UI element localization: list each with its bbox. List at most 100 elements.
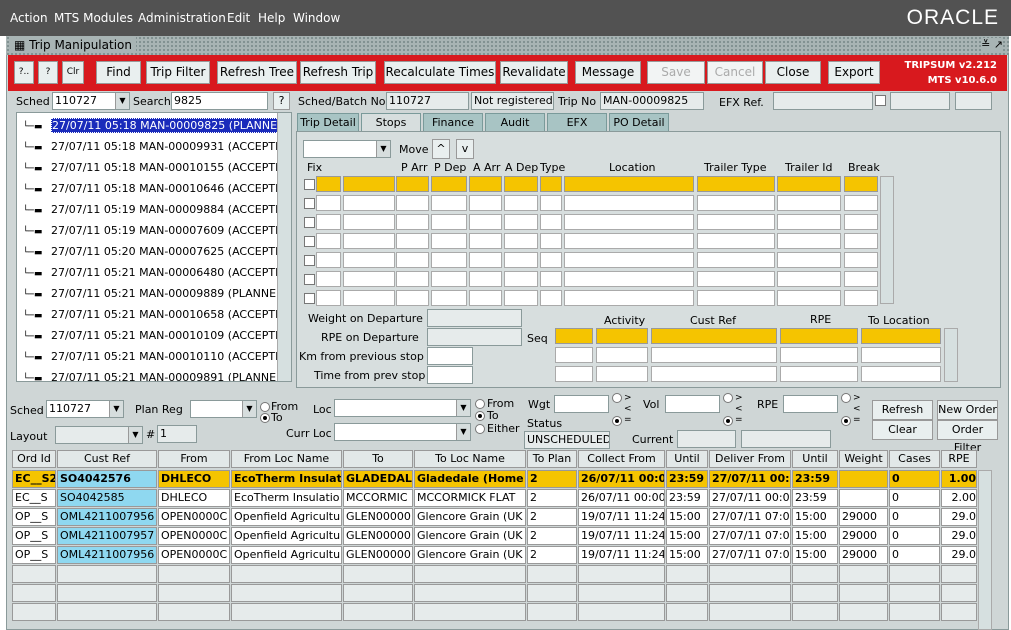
empty-order-cell[interactable] (578, 584, 665, 602)
order-cell[interactable]: 23:59 (666, 470, 708, 488)
stop-cell[interactable] (396, 252, 429, 268)
order-cell[interactable]: 23:59 (792, 470, 838, 488)
stop-cell[interactable] (431, 290, 467, 306)
trip-tree[interactable]: └─▬ 27/07/11 05:18 MAN-00009825 (PLANNED)… (16, 112, 292, 382)
activity-cell[interactable] (651, 347, 777, 363)
empty-order-cell[interactable] (889, 584, 940, 602)
activity-cell[interactable] (861, 328, 941, 344)
tree-item[interactable]: └─▬ 27/07/11 05:21 MAN-00010110 (ACCEPTED… (23, 346, 291, 367)
stop-cell[interactable] (469, 195, 502, 211)
stop-cell[interactable] (396, 195, 429, 211)
tree-item[interactable]: └─▬ 27/07/11 05:19 MAN-00007609 (ACCEPTED… (23, 220, 291, 241)
revalidate-button[interactable]: Revalidate (500, 61, 568, 84)
stop-cell[interactable] (697, 271, 775, 287)
activity-cell[interactable] (596, 328, 648, 344)
activity-cell[interactable] (555, 328, 593, 344)
order-cell[interactable]: 19/07/11 11:24 (578, 546, 665, 564)
col-from[interactable]: From (158, 450, 230, 468)
order-cell[interactable]: 27/07/11 00:00 (709, 489, 791, 507)
activity-cell[interactable] (861, 366, 941, 382)
either-radio[interactable] (475, 424, 485, 434)
rpe-eq-radio[interactable] (841, 416, 851, 426)
order-cell[interactable]: 15:00 (666, 546, 708, 564)
empty-order-cell[interactable] (231, 584, 342, 602)
order-cell[interactable]: 0 (889, 527, 940, 545)
tab-efx[interactable]: EFX (547, 113, 607, 132)
order-cell[interactable]: OPEN0000C (158, 508, 230, 526)
empty-order-cell[interactable] (839, 603, 888, 621)
tab-po-detail[interactable]: PO Detail (609, 113, 669, 132)
stop-cell[interactable] (396, 176, 429, 192)
stop-fix-checkbox[interactable] (304, 217, 315, 228)
tree-item[interactable]: └─▬ 27/07/11 05:20 MAN-00007625 (ACCEPTED… (23, 241, 291, 262)
stop-cell[interactable] (540, 233, 562, 249)
help-context-button[interactable]: ?.. (14, 61, 34, 84)
order-cell[interactable]: OP__S (12, 508, 56, 526)
chevron-down-icon[interactable]: ▼ (242, 401, 256, 417)
col-collect-from[interactable]: Collect From (578, 450, 665, 468)
menu-administration[interactable]: Administration (138, 11, 226, 25)
order-cell[interactable]: OP__S (12, 546, 56, 564)
stop-fix-checkbox[interactable] (304, 274, 315, 285)
empty-order-cell[interactable] (414, 565, 526, 583)
stop-cell[interactable] (343, 214, 395, 230)
stop-cell[interactable] (564, 290, 694, 306)
tree-item[interactable]: └─▬ 27/07/11 05:18 MAN-00010646 (ACCEPTED… (23, 178, 291, 199)
stop-cell[interactable] (564, 271, 694, 287)
stop-cell[interactable] (469, 290, 502, 306)
stop-cell[interactable] (540, 176, 562, 192)
refresh-trip-button[interactable]: Refresh Trip (300, 61, 376, 84)
order-cell[interactable]: 29.0 (941, 527, 977, 545)
empty-order-cell[interactable] (709, 565, 791, 583)
order-cell[interactable]: MCCORMIC (343, 489, 413, 507)
stop-cell[interactable] (343, 252, 395, 268)
empty-order-cell[interactable] (343, 603, 413, 621)
order-cell[interactable]: OP__S (12, 527, 56, 545)
col-cases[interactable]: Cases (889, 450, 940, 468)
empty-order-cell[interactable] (57, 584, 157, 602)
stop-cell[interactable] (844, 233, 878, 249)
order-cell[interactable]: 0 (889, 546, 940, 564)
empty-order-cell[interactable] (231, 565, 342, 583)
col-to[interactable]: To (343, 450, 413, 468)
layout-select[interactable]: ▼ (55, 426, 143, 444)
stop-cell[interactable] (343, 290, 395, 306)
empty-order-cell[interactable] (941, 603, 977, 621)
order-cell[interactable]: 27/07/11 00:00 (709, 470, 791, 488)
stop-cell[interactable] (431, 252, 467, 268)
stop-cell[interactable] (431, 233, 467, 249)
empty-order-cell[interactable] (941, 565, 977, 583)
empty-order-cell[interactable] (709, 603, 791, 621)
loc-select[interactable]: ▼ (334, 399, 471, 417)
order-cell[interactable]: GLEN00000 (343, 527, 413, 545)
order-cell[interactable]: Glencore Grain (UK (414, 546, 526, 564)
empty-order-cell[interactable] (666, 603, 708, 621)
stop-cell[interactable] (564, 176, 694, 192)
order-cell[interactable]: GLEN00000 (343, 546, 413, 564)
export-button[interactable]: Export (828, 61, 880, 84)
order-cell[interactable]: EcoTherm Insulatio (231, 489, 342, 507)
stop-cell[interactable] (431, 271, 467, 287)
stop-cell[interactable] (777, 214, 841, 230)
filter-sched-select[interactable]: 110727 ▼ (46, 400, 124, 418)
empty-order-cell[interactable] (12, 603, 56, 621)
activity-scrollbar[interactable] (944, 328, 958, 382)
order-cell[interactable]: Gladedale (Home C (414, 470, 526, 488)
stop-cell[interactable] (777, 252, 841, 268)
stop-fix-checkbox[interactable] (304, 255, 315, 266)
stop-cell[interactable] (343, 271, 395, 287)
stop-cell[interactable] (844, 176, 878, 192)
close-button[interactable]: Close (765, 61, 821, 84)
order-cell[interactable] (839, 489, 888, 507)
tab-finance[interactable]: Finance (423, 113, 483, 132)
stop-cell[interactable] (844, 252, 878, 268)
empty-order-cell[interactable] (343, 584, 413, 602)
menu-help[interactable]: Help (258, 11, 285, 25)
stop-cell[interactable] (697, 252, 775, 268)
to-radio[interactable] (260, 413, 270, 423)
order-cell[interactable]: OPEN0000C (158, 527, 230, 545)
search-input[interactable]: 9825 (171, 92, 268, 110)
from-radio[interactable] (260, 402, 270, 412)
stop-cell[interactable] (697, 195, 775, 211)
order-cell[interactable]: 23:59 (792, 489, 838, 507)
